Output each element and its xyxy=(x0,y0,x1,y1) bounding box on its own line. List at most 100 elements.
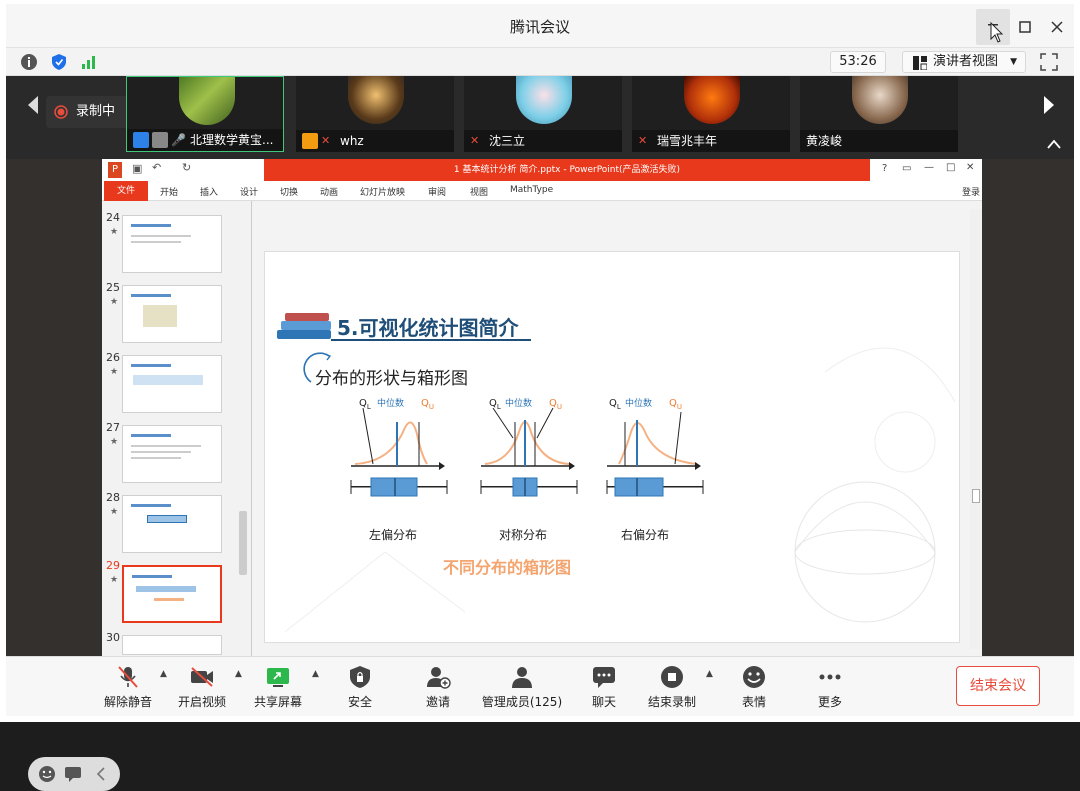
ppt-title: 1 基本统计分析 简介.pptx - PowerPoint(产品激活失败) xyxy=(264,159,870,181)
ppt-restore-icon[interactable]: □ xyxy=(946,162,955,173)
ribbon-tab[interactable]: 插入 xyxy=(200,185,218,198)
ribbon-tab[interactable]: 视图 xyxy=(470,185,488,198)
ribbon-tab[interactable]: 动画 xyxy=(320,185,338,198)
star-icon: ★ xyxy=(110,367,119,377)
participant-tile[interactable]: 黄凌峻 xyxy=(800,76,958,152)
chevron-up-icon[interactable]: ▲ xyxy=(235,669,242,679)
participant-nametag: ✕ 瑞雪兆丰年 xyxy=(632,130,790,152)
emoji-icon xyxy=(743,666,765,688)
slide-subheading: 分布的形状与箱形图 xyxy=(315,369,468,389)
view-mode-dropdown[interactable]: 演讲者视图 ▼ xyxy=(902,51,1026,73)
slide-thumbnail[interactable] xyxy=(122,495,222,553)
collapse-left-icon[interactable] xyxy=(94,765,108,783)
slide-thumbnail[interactable] xyxy=(122,635,222,655)
slide-thumbnail[interactable] xyxy=(122,215,222,273)
share-screen-icon xyxy=(267,668,289,687)
star-icon: ★ xyxy=(110,437,119,447)
participant-tile[interactable]: ✕ 瑞雪兆丰年 xyxy=(632,76,790,152)
end-meeting-button[interactable]: 结束会议 xyxy=(956,666,1040,706)
emoji-icon[interactable] xyxy=(38,765,56,783)
invite-button[interactable]: 邀请 xyxy=(410,661,466,713)
ribbon-tab[interactable]: 审阅 xyxy=(428,185,446,198)
close-button[interactable] xyxy=(1042,12,1072,42)
login-link[interactable]: 登录 xyxy=(962,185,980,198)
participant-tile[interactable]: ✕ whz xyxy=(296,76,454,152)
security-button[interactable]: 安全 xyxy=(332,661,388,713)
undo-icon[interactable]: ↶ xyxy=(152,161,161,174)
minimize-button[interactable] xyxy=(976,9,1010,45)
plot-caption: 左偏分布 xyxy=(369,528,418,542)
median-label: 中位数 xyxy=(505,399,533,409)
slide-scrollbar[interactable] xyxy=(970,209,982,649)
manage-participants-button[interactable]: 管理成员(125) xyxy=(476,661,568,713)
security-shield-icon[interactable] xyxy=(50,53,68,71)
minimize-icon xyxy=(988,21,1004,43)
start-video-button[interactable]: 开启视频 xyxy=(172,661,232,713)
microphone-muted-icon: ✕ xyxy=(321,134,331,147)
chevron-up-icon[interactable] xyxy=(1046,138,1062,150)
recording-label: 录制中 xyxy=(76,104,116,119)
info-icon[interactable] xyxy=(20,53,38,71)
start-video-label: 开启视频 xyxy=(177,695,226,709)
q3-subscript: U xyxy=(428,403,434,411)
q1-letter: Q xyxy=(359,398,367,409)
slide-thumbnail[interactable] xyxy=(122,285,222,343)
star-icon: ★ xyxy=(110,575,119,585)
ribbon-tab[interactable]: 设计 xyxy=(240,185,258,198)
avatar xyxy=(348,76,404,124)
slide-heading: 5.可视化统计图简介 xyxy=(337,316,519,340)
slide-thumbnail[interactable] xyxy=(122,565,222,623)
ribbon-tab[interactable]: 幻灯片放映 xyxy=(360,185,405,198)
unmute-button[interactable]: 解除静音 xyxy=(98,661,158,713)
ribbon-tab[interactable]: 切换 xyxy=(280,185,298,198)
more-button[interactable]: 更多 xyxy=(802,661,858,713)
participant-name: 沈三立 xyxy=(489,134,526,148)
star-icon: ★ xyxy=(110,227,119,237)
chat-bubble-icon[interactable] xyxy=(64,765,82,783)
chevron-up-icon[interactable]: ▲ xyxy=(706,669,713,679)
thumbnail-scrollbar[interactable] xyxy=(238,249,248,689)
meeting-timer: 53:26 xyxy=(830,51,886,73)
chat-button[interactable]: 聊天 xyxy=(576,661,632,713)
ppt-minimize-icon[interactable]: — xyxy=(924,162,934,173)
ribbon-tab[interactable]: 开始 xyxy=(160,185,178,198)
redo-icon[interactable]: ↻ xyxy=(182,161,191,174)
reactions-label: 表情 xyxy=(741,695,766,709)
chevron-right-icon[interactable] xyxy=(1042,94,1058,116)
status-bar: 53:26 演讲者视图 ▼ xyxy=(6,48,1074,76)
q3-label: QU xyxy=(549,398,562,411)
stop-recording-label: 结束录制 xyxy=(647,695,696,709)
avatar xyxy=(516,76,572,124)
ribbon-options-icon[interactable]: ▭ xyxy=(902,163,911,174)
camera-off-icon xyxy=(191,667,213,687)
share-screen-button[interactable]: 共享屏幕 xyxy=(248,661,308,713)
help-icon[interactable]: ? xyxy=(882,163,887,174)
microphone-muted-icon: ✕ xyxy=(470,134,480,147)
slide: 5.可视化统计图简介 分布的形状与箱形图 QL 中位数 QU 左偏分布 QL 中… xyxy=(264,251,960,643)
slide-number: 25 xyxy=(106,281,120,294)
chevron-up-icon[interactable]: ▲ xyxy=(160,669,167,679)
reactions-button[interactable]: 表情 xyxy=(726,661,782,713)
slide-thumbnail-pane: 24 ★ 25 ★ 26 ★ 27 ★ 28 ★ 29 ★ 30 xyxy=(102,201,252,656)
ribbon-tab[interactable]: MathType xyxy=(510,185,553,195)
participant-tile[interactable]: 🎤 北理数学黄宝... xyxy=(126,76,284,152)
ppt-close-icon[interactable]: ✕ xyxy=(966,162,974,173)
video-strip: 录制中 🎤 北理数学黄宝... ✕ whz ✕ 沈三立 ✕ 瑞雪兆丰年 黄凌峻 xyxy=(6,76,1074,159)
maximize-button[interactable] xyxy=(1010,12,1040,42)
slide-thumbnail[interactable] xyxy=(122,425,222,483)
ribbon-tab-file[interactable]: 文件 xyxy=(104,181,148,201)
chevron-left-icon[interactable] xyxy=(24,94,40,116)
participant-tile[interactable]: ✕ 沈三立 xyxy=(464,76,622,152)
view-mode-label: 演讲者视图 xyxy=(933,54,999,69)
signal-strength-icon[interactable] xyxy=(80,53,98,71)
fullscreen-icon[interactable] xyxy=(1040,53,1058,71)
chevron-up-icon[interactable]: ▲ xyxy=(312,669,319,679)
stop-recording-button[interactable]: 结束录制 xyxy=(642,661,702,713)
chat-label: 聊天 xyxy=(591,695,616,709)
slide-thumbnail[interactable] xyxy=(122,355,222,413)
slide-number: 29 xyxy=(106,559,120,572)
meeting-toolbar: 解除静音 ▲ 开启视频 ▲ 共享屏幕 ▲ 安全 邀请 管理成员(125) 聊天 xyxy=(6,656,1074,716)
save-icon[interactable]: ▣ xyxy=(132,162,142,175)
median-label: 中位数 xyxy=(377,399,405,409)
maximize-icon xyxy=(1019,21,1031,33)
